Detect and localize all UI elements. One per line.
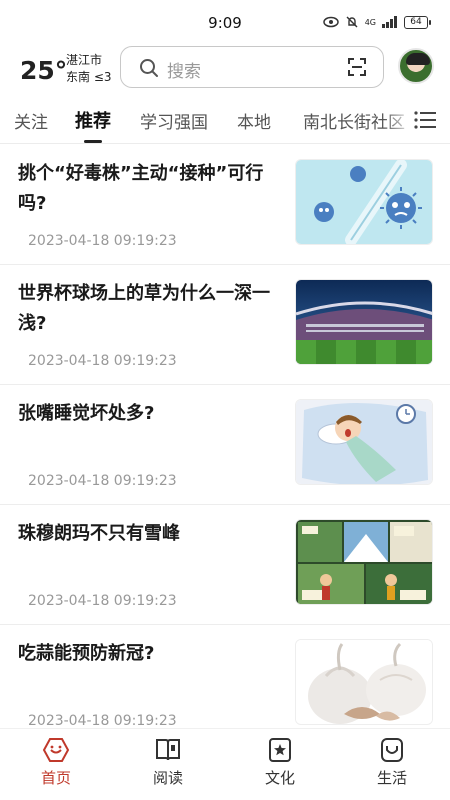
news-time: 2023-04-18 09:19:23 bbox=[28, 353, 177, 369]
tabs-fade bbox=[384, 96, 414, 143]
channel-tabs: 关注 推荐 学习强国 本地 南北长街社区 bbox=[0, 96, 450, 144]
weather-location[interactable]: 湛江市 东南 ≤3 bbox=[66, 52, 112, 86]
culture-icon bbox=[269, 738, 291, 762]
news-title: 挑个“好毒株”主动“接种”可行吗? bbox=[18, 163, 264, 214]
nav-home-label: 首页 bbox=[40, 769, 71, 787]
mute-icon bbox=[346, 16, 358, 28]
nav-life[interactable]: 生活 bbox=[352, 737, 432, 788]
tab-local[interactable]: 本地 bbox=[237, 108, 271, 133]
nav-culture[interactable]: 文化 bbox=[240, 737, 320, 788]
home-icon bbox=[42, 738, 70, 762]
news-time: 2023-04-18 09:19:23 bbox=[28, 593, 177, 609]
temperature[interactable]: 25° bbox=[20, 56, 67, 85]
news-time: 2023-04-18 09:19:23 bbox=[28, 233, 177, 249]
network-label: 4G bbox=[364, 17, 376, 27]
tab-follow[interactable]: 关注 bbox=[14, 108, 48, 133]
news-item[interactable]: 珠穆朗玛不只有雪峰 2023-04-18 09:19:23 bbox=[0, 505, 450, 625]
signal-icon bbox=[382, 16, 397, 28]
wind-info: 东南 ≤3 bbox=[66, 70, 112, 84]
nav-read-label: 阅读 bbox=[152, 769, 183, 787]
news-item[interactable]: 张嘴睡觉坏处多? 2023-04-18 09:19:23 bbox=[0, 385, 450, 505]
news-thumbnail-garlic bbox=[295, 639, 433, 725]
search-placeholder: 搜索 bbox=[167, 62, 201, 82]
news-title: 珠穆朗玛不只有雪峰 bbox=[18, 523, 180, 544]
nav-culture-label: 文化 bbox=[264, 769, 295, 787]
tab-recommend[interactable]: 推荐 bbox=[75, 107, 111, 133]
life-icon bbox=[381, 738, 403, 762]
news-title: 吃蒜能预防新冠? bbox=[18, 643, 155, 664]
channel-menu-icon[interactable] bbox=[414, 111, 436, 129]
news-list: 挑个“好毒株”主动“接种”可行吗? 2023-04-18 09:19:23 世界… bbox=[0, 145, 450, 725]
nav-read[interactable]: 阅读 bbox=[128, 737, 208, 788]
nav-home[interactable]: 首页 bbox=[16, 737, 96, 788]
news-time: 2023-04-18 09:19:23 bbox=[28, 713, 177, 725]
status-bar: 9:09 4G 64 bbox=[0, 0, 450, 40]
search-bar[interactable]: 搜索 bbox=[120, 46, 384, 88]
news-thumbnail-comic bbox=[295, 519, 433, 605]
news-item[interactable]: 世界杯球场上的草为什么一深一浅? 2023-04-18 09:19:23 bbox=[0, 265, 450, 385]
eye-icon bbox=[322, 16, 339, 28]
news-title: 张嘴睡觉坏处多? bbox=[18, 403, 155, 424]
city-name: 湛江市 bbox=[66, 53, 103, 67]
nav-life-label: 生活 bbox=[376, 769, 407, 787]
search-icon bbox=[140, 59, 158, 77]
news-thumbnail-sleeping bbox=[295, 399, 433, 485]
news-time: 2023-04-18 09:19:23 bbox=[28, 473, 177, 489]
news-thumbnail-stadium bbox=[295, 279, 433, 365]
book-icon bbox=[156, 739, 180, 761]
news-item[interactable]: 挑个“好毒株”主动“接种”可行吗? 2023-04-18 09:19:23 bbox=[0, 145, 450, 265]
bottom-nav: 首页 阅读 文化 生活 bbox=[0, 728, 450, 800]
status-icons: 4G 64 bbox=[322, 15, 431, 29]
battery-icon: 64 bbox=[404, 15, 431, 29]
news-title: 世界杯球场上的草为什么一深一浅? bbox=[18, 283, 270, 334]
scan-icon[interactable] bbox=[347, 57, 367, 77]
battery-level: 64 bbox=[410, 16, 422, 27]
tab-study[interactable]: 学习强国 bbox=[140, 108, 208, 133]
header: 25° 湛江市 东南 ≤3 搜索 bbox=[0, 44, 450, 94]
active-tab-indicator bbox=[84, 140, 102, 143]
news-thumbnail-virus bbox=[295, 159, 433, 245]
news-item[interactable]: 吃蒜能预防新冠? 2023-04-18 09:19:23 bbox=[0, 625, 450, 725]
avatar[interactable] bbox=[398, 48, 434, 84]
